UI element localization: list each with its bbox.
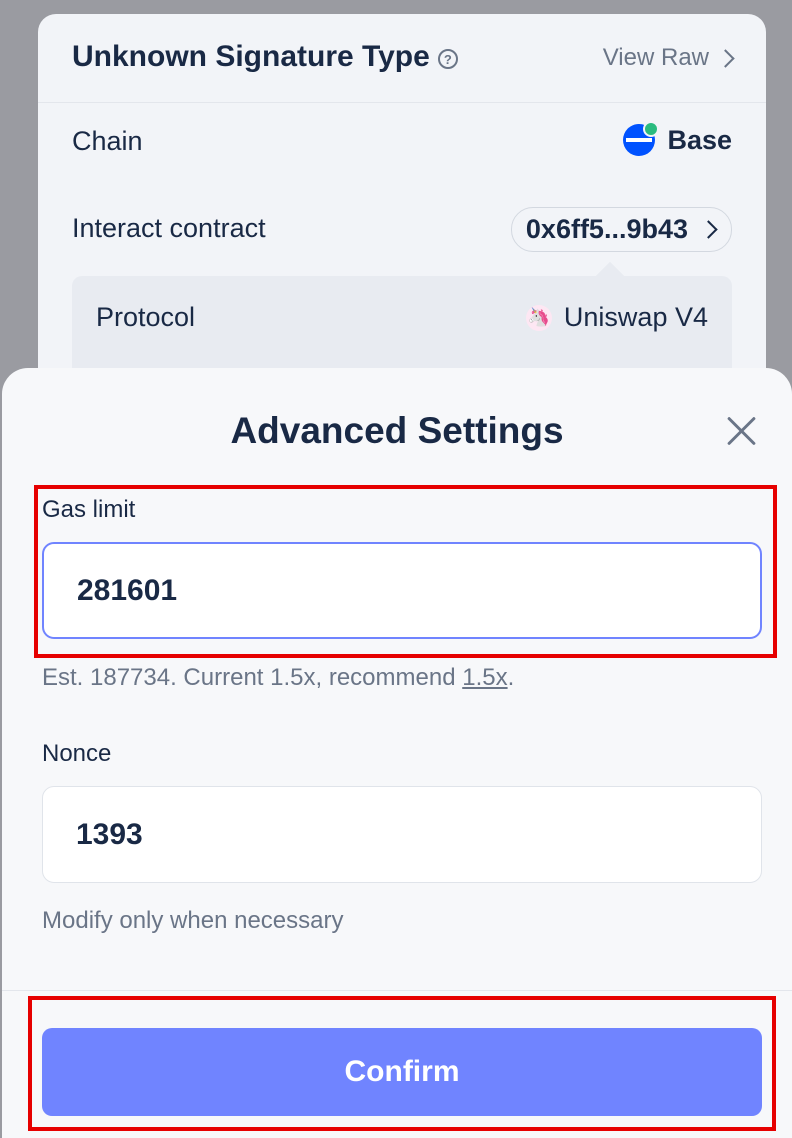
modal-title: Advanced Settings [230,410,564,451]
chain-label: Chain [72,126,143,156]
interact-contract-label: Interact contract [72,213,266,243]
gas-limit-hint-suffix: . [507,664,515,691]
protocol-name: Uniswap V4 [563,302,708,332]
close-icon[interactable] [724,414,758,448]
signature-title-text: Unknown Signature Type [72,40,430,73]
recommend-link[interactable]: 1.5x [462,664,507,691]
gas-limit-label: Gas limit [42,496,136,523]
gas-limit-input[interactable] [42,542,762,639]
help-icon[interactable]: ? [437,49,458,69]
chevron-right-icon [699,220,718,239]
signature-details-card: Unknown Signature Type ? View Raw Chain … [38,14,766,414]
confirm-button[interactable]: Confirm [42,1028,762,1116]
signature-header: Unknown Signature Type ? View Raw [38,14,766,103]
view-raw-label: View Raw [602,44,709,71]
base-chain-icon [623,121,660,156]
view-raw-link[interactable]: View Raw [602,44,735,72]
contract-address: 0x6ff5...9b43 [525,214,688,244]
protocol-label: Protocol [96,302,196,332]
chevron-right-icon [716,48,735,68]
gas-limit-hint-text: Est. 187734. Current 1.5x, recommend [42,664,463,691]
nonce-input[interactable] [42,786,762,883]
gas-limit-hint: Est. 187734. Current 1.5x, recommend 1.5… [42,664,514,692]
uniswap-icon: 🦄 [525,304,552,331]
chain-name: Base [667,124,732,155]
interact-contract-value: 0x6ff5...9b43 [510,207,732,252]
protocol-value: 🦄 Uniswap V4 [525,302,708,333]
footer-divider [2,990,792,991]
contract-address-pill[interactable]: 0x6ff5...9b43 [510,207,732,252]
chain-value: Base [623,121,732,156]
nonce-label: Nonce [42,740,112,767]
advanced-settings-modal: Advanced Settings Gas limit Est. 187734.… [2,368,792,1138]
signature-title: Unknown Signature Type ? [72,40,458,74]
nonce-hint: Modify only when necessary [42,907,344,934]
